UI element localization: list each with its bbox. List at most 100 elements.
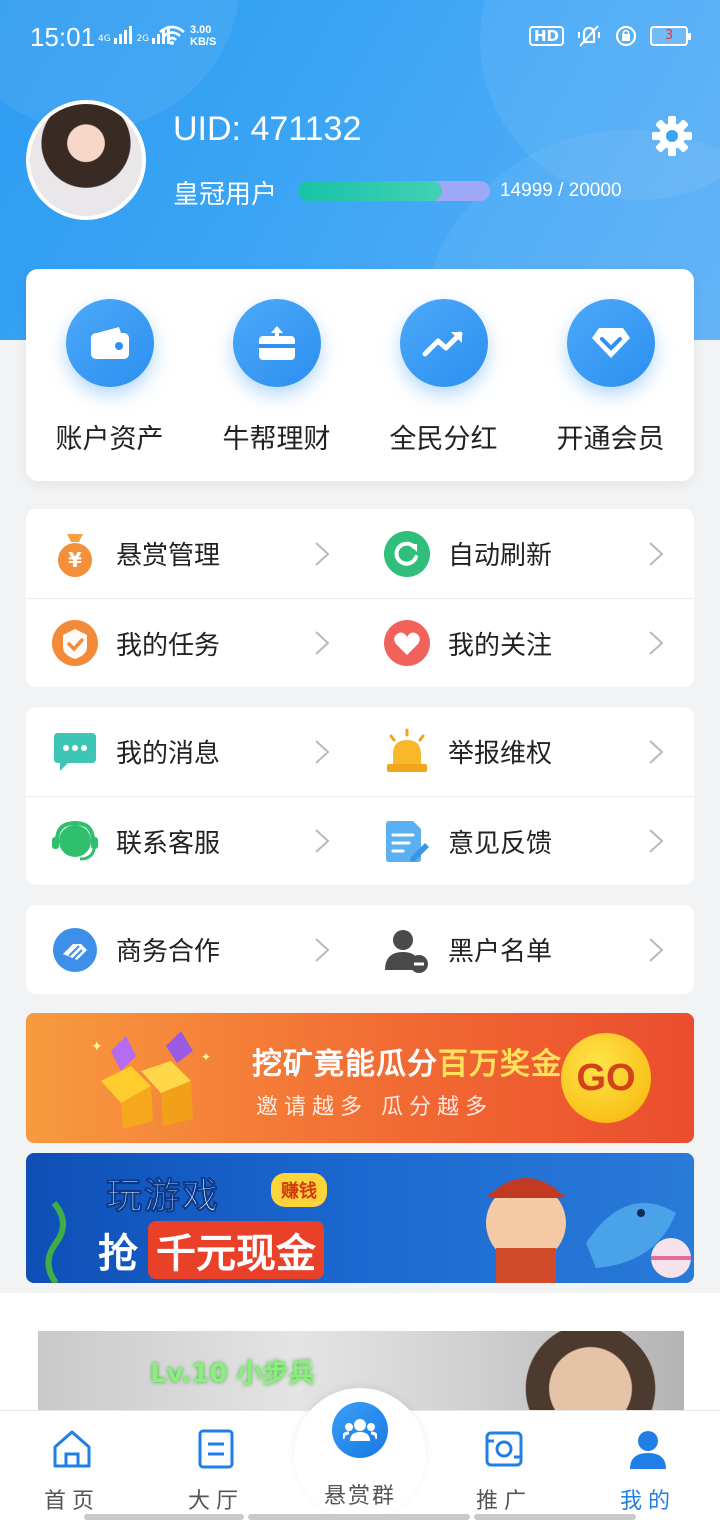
- user-blacklist-icon: [382, 925, 432, 975]
- wifi-icon: [159, 25, 185, 45]
- game-promo-banner[interactable]: 玩游戏 赚钱 抢千元现金: [26, 1153, 694, 1283]
- diamond-icon: [566, 299, 655, 387]
- nav-indicator-left: [84, 1514, 244, 1520]
- level-progress-bar: [298, 181, 490, 201]
- chevron-right-icon: [315, 541, 330, 566]
- menu-label: 意见反馈: [448, 828, 553, 859]
- svg-text:¥: ¥: [68, 548, 82, 572]
- mining-title-highlight: 百万奖金: [438, 1047, 562, 1082]
- user-uid: UID: 471132: [173, 110, 362, 148]
- menu-card-1: ¥ 悬赏管理 自动刷新 我的任务 我的关注: [26, 509, 694, 687]
- chevron-right-icon: [315, 937, 330, 962]
- menu-item-report-rights[interactable]: 举报维权: [360, 707, 694, 796]
- menu-item-blacklist[interactable]: 黑户名单: [360, 905, 694, 994]
- menu-card-2: 我的消息 举报维权 联系客服 意见反馈: [26, 707, 694, 885]
- tab-label: 大厅: [187, 1489, 244, 1514]
- heart-icon: [382, 618, 432, 668]
- chevron-right-icon: [315, 829, 330, 853]
- menu-item-feedback[interactable]: 意见反馈: [360, 797, 694, 885]
- message-icon: [50, 727, 100, 777]
- nav-indicator-center: [248, 1514, 470, 1520]
- tab-reward-group-label[interactable]: 悬赏群: [294, 1478, 426, 1510]
- game-banner-line1: 玩游戏: [105, 1176, 221, 1218]
- network-2g-label: 2G: [136, 34, 150, 44]
- game-banner-tag: 赚钱: [271, 1173, 327, 1207]
- quick-action-dividend[interactable]: 全民分红: [360, 269, 527, 481]
- menu-item-my-follows[interactable]: 我的关注: [360, 599, 694, 687]
- svg-text:✦: ✦: [91, 1039, 103, 1055]
- tab-label: 推广: [475, 1489, 532, 1514]
- quick-action-label: 开通会员: [556, 424, 665, 455]
- gear-icon[interactable]: [650, 114, 694, 158]
- level-progress-fill: [298, 181, 442, 201]
- go-button[interactable]: GO: [561, 1033, 651, 1123]
- status-bar: 15:01 4G 2G 3.00 KB/S HD 3: [0, 0, 720, 72]
- level-badge-label: Lv.10 小步兵: [150, 1359, 315, 1389]
- menu-label: 黑户名单: [448, 937, 553, 967]
- tab-mine[interactable]: 我的: [576, 1411, 720, 1520]
- chevron-right-icon: [649, 631, 664, 655]
- menu-item-business-cooperation[interactable]: 商务合作: [26, 905, 360, 994]
- menu-item-auto-refresh[interactable]: 自动刷新: [360, 509, 694, 598]
- mining-banner-subtitle: 邀请越多 瓜分越多: [256, 1095, 493, 1120]
- tab-home[interactable]: 首页: [0, 1411, 144, 1520]
- quick-action-finance[interactable]: 牛帮理财: [193, 269, 360, 481]
- quick-action-membership[interactable]: 开通会员: [527, 269, 694, 481]
- finance-upload-icon: [232, 299, 321, 387]
- menu-label: 商务合作: [116, 937, 221, 967]
- menu-label: 举报维权: [448, 739, 553, 769]
- menu-label: 我的关注: [448, 630, 553, 661]
- tab-reward-group[interactable]: [332, 1402, 388, 1458]
- menu-card-3: 商务合作 黑户名单: [26, 905, 694, 994]
- quick-action-label: 账户资产: [55, 424, 164, 455]
- network-4g-label: 4G: [98, 34, 111, 44]
- tab-label: 首页: [43, 1489, 100, 1514]
- game-line2-prefix: 抢: [98, 1231, 138, 1277]
- menu-item-my-messages[interactable]: 我的消息: [26, 707, 360, 796]
- user-rank: 皇冠用户: [173, 180, 278, 210]
- chevron-right-icon: [649, 739, 664, 764]
- quick-action-label: 牛帮理财: [222, 424, 331, 455]
- money-bag-icon: ¥: [50, 529, 100, 579]
- status-right-icons: HD 3: [528, 24, 691, 48]
- chevron-right-icon: [649, 829, 664, 853]
- mining-banner-title: 挖矿竟能瓜分百万奖金: [252, 1039, 562, 1083]
- gold-gems-illustration-icon: ✦ ✦: [91, 1031, 211, 1129]
- menu-label: 我的消息: [116, 739, 221, 769]
- network-speed: 3.00 KB/S: [190, 24, 216, 48]
- battery-icon: 3: [650, 26, 691, 46]
- level-progress-text: 14999 / 20000: [500, 180, 622, 201]
- game-characters-illustration-icon: [486, 1178, 691, 1283]
- menu-item-reward-management[interactable]: ¥ 悬赏管理: [26, 509, 360, 598]
- chevron-right-icon: [649, 937, 664, 962]
- signal-bars-icon: [113, 26, 134, 44]
- menu-label: 悬赏管理: [116, 541, 221, 571]
- task-shield-icon: [50, 618, 100, 668]
- tab-promote[interactable]: 推广: [432, 1411, 576, 1520]
- quick-action-label: 全民分红: [389, 424, 498, 455]
- chevron-right-icon: [315, 631, 330, 655]
- game-banner-line2: 抢千元现金: [98, 1221, 324, 1279]
- group-icon: [343, 1419, 377, 1441]
- network-speed-unit: KB/S: [190, 36, 217, 48]
- quick-actions-card: 账户资产 牛帮理财 全民分红 开通会员: [26, 269, 694, 481]
- refresh-icon: [382, 529, 432, 579]
- menu-item-my-tasks[interactable]: 我的任务: [26, 599, 360, 687]
- hd-icon: HD: [528, 26, 564, 46]
- quick-action-account-assets[interactable]: 账户资产: [26, 269, 193, 481]
- vibrate-bell-icon: [578, 25, 600, 47]
- menu-item-customer-service[interactable]: 联系客服: [26, 797, 360, 885]
- avatar[interactable]: [26, 100, 146, 220]
- network-speed-value: 3.00: [190, 24, 212, 36]
- alarm-light-icon: [382, 727, 432, 777]
- promote-icon: [485, 1431, 523, 1467]
- handshake-icon: [50, 925, 100, 975]
- user-icon: [630, 1431, 666, 1469]
- menu-label: 自动刷新: [448, 541, 553, 571]
- tab-hall[interactable]: 大厅: [144, 1411, 288, 1520]
- status-time: 15:01: [30, 22, 96, 52]
- feedback-edit-icon: [382, 816, 432, 866]
- chevron-right-icon: [649, 541, 664, 566]
- trend-up-icon: [399, 299, 488, 387]
- mining-promo-banner[interactable]: ✦ ✦ 挖矿竟能瓜分百万奖金 邀请越多 瓜分越多 GO: [26, 1013, 694, 1143]
